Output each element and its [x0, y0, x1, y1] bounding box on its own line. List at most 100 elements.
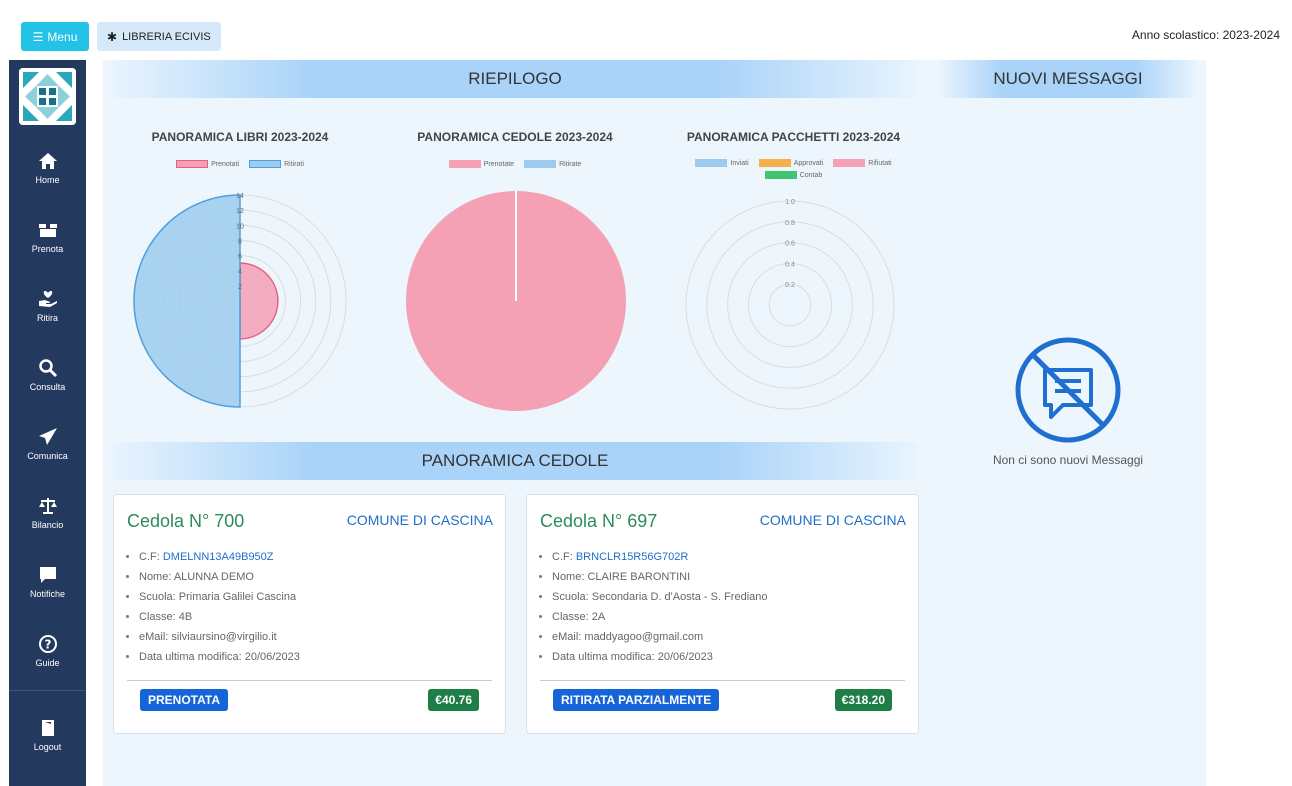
legend-swatch — [695, 159, 728, 167]
legend-label: Approvati — [793, 159, 824, 167]
question-icon: ? — [38, 635, 57, 653]
cedole-title: PANORAMICA CEDOLE — [421, 451, 609, 470]
tick-label: 0.6 — [785, 241, 795, 248]
tick-label: 12 — [236, 208, 244, 215]
sidebar-item-logout[interactable]: Logout — [9, 705, 86, 765]
chart-title-cedole: PANORAMICA CEDOLE 2023-2024 — [417, 130, 613, 144]
cedola-data: Data ultima modifica: 20/06/2023 — [139, 647, 300, 667]
sidebar-item-consulta[interactable]: Consulta — [9, 345, 86, 405]
legend-item[interactable]: Prenotati — [176, 160, 239, 168]
legend-item[interactable]: Contab — [764, 171, 823, 179]
polar-sector — [133, 194, 241, 408]
no-messages-icon — [1015, 337, 1121, 443]
legend-item[interactable]: Prenotate — [448, 160, 515, 168]
sidebar: Home Prenota Ritira Consulta Comunica Bi… — [9, 60, 86, 786]
library-button[interactable]: ✱ LIBRERIA ECIVIS — [97, 22, 221, 51]
sidebar-item-notifiche[interactable]: Notifiche — [9, 552, 86, 612]
cedola-footer: RITIRATA PARZIALMENTE €318.20 — [540, 680, 905, 718]
cedola-details: C.F: BRNCLR15R56G702R Nome: CLAIRE BARON… — [552, 547, 768, 667]
tick-label: 10 — [236, 223, 244, 230]
cedola-card[interactable]: Cedola N° 700 COMUNE DI CASCINA C.F: DME… — [113, 494, 506, 734]
chart-pacchetti: 1.0 0.8 0.6 0.4 0.2 — [685, 199, 895, 410]
legend-cedole: Prenotate Ritirate — [390, 160, 640, 168]
svg-text:?: ? — [44, 638, 51, 652]
legend-swatch — [524, 160, 557, 168]
sidebar-divider — [9, 690, 86, 691]
cedola-title: Cedola N° 700 — [127, 511, 245, 531]
legend-label: Contab — [799, 171, 823, 179]
cedola-cf: C.F: DMELNN13A49B950Z — [139, 547, 300, 567]
sidebar-item-guide[interactable]: ? Guide — [9, 621, 86, 681]
summary-title: RIEPILOGO — [468, 69, 562, 88]
tick-label: 0.4 — [785, 261, 795, 268]
chart-cedole — [406, 191, 626, 411]
sidebar-item-comunica[interactable]: Comunica — [9, 414, 86, 474]
legend-label: Prenotati — [211, 160, 240, 168]
tick-label: 6 — [238, 254, 242, 261]
legend-label: Inviati — [730, 159, 749, 167]
chart-libri: 14 12 10 8 6 4 2 — [133, 193, 347, 408]
tick-label: 0.8 — [785, 220, 795, 227]
grid-ring — [747, 262, 833, 348]
message-icon — [39, 567, 56, 583]
cedola-title: Cedola N° 697 — [540, 511, 658, 531]
legend-label: Ritirati — [284, 160, 304, 168]
cedola-details: C.F: DMELNN13A49B950Z Nome: ALUNNA DEMO … — [139, 547, 300, 667]
legend-label: Prenotate — [483, 160, 515, 168]
box-icon — [38, 224, 57, 237]
grid-ring — [768, 283, 812, 327]
amount-badge: €40.76 — [428, 689, 479, 711]
legend-swatch — [176, 160, 209, 168]
logo-icon — [19, 68, 76, 125]
sidebar-item-home[interactable]: Home — [9, 138, 86, 198]
polar-sector — [239, 262, 279, 340]
door-icon — [41, 720, 54, 736]
tick-label: 8 — [238, 238, 242, 245]
hamburger-icon: ☰ — [32, 29, 44, 44]
paper-plane-icon — [38, 428, 57, 445]
sidebar-item-ritira[interactable]: Ritira — [9, 276, 86, 336]
cedola-nome: Nome: CLAIRE BARONTINI — [552, 567, 768, 587]
chart-title-pacchetti: PANORAMICA PACCHETTI 2023-2024 — [686, 130, 901, 144]
legend-item[interactable]: Ritirati — [249, 160, 304, 168]
legend-label: Ritirate — [559, 160, 582, 168]
cedola-cf-value: BRNCLR15R56G702R — [575, 551, 689, 563]
no-messages-text: Non ci sono nuovi Messaggi — [992, 453, 1144, 467]
home-icon — [38, 153, 57, 169]
sidebar-item-bilancio[interactable]: Bilancio — [9, 483, 86, 543]
search-icon — [38, 359, 57, 378]
cedola-scuola: Scuola: Secondaria D. d'Aosta - S. Fredi… — [552, 587, 768, 607]
cedola-scuola: Scuola: Primaria Galilei Cascina — [139, 587, 300, 607]
legend-libri: Prenotati Ritirati — [120, 160, 360, 168]
library-label: LIBRERIA ECIVIS — [122, 30, 211, 43]
legend-item[interactable]: Approvati — [758, 159, 824, 167]
gear-icon: ✱ — [107, 29, 118, 44]
sidebar-item-prenota[interactable]: Prenota — [9, 207, 86, 267]
cedola-nome: Nome: ALUNNA DEMO — [139, 567, 300, 587]
cedola-cf-value: DMELNN13A49B950Z — [162, 551, 274, 563]
messages-banner: NUOVI MESSAGGI — [939, 60, 1197, 98]
summary-banner: RIEPILOGO — [111, 60, 919, 98]
legend-item[interactable]: Inviati — [695, 159, 749, 167]
top-bar: ☰ Menu ✱ LIBRERIA ECIVIS Anno scolastico… — [0, 0, 1292, 60]
app-logo[interactable] — [19, 68, 76, 125]
hand-icon — [38, 291, 57, 307]
menu-button[interactable]: ☰ Menu — [21, 22, 89, 51]
cedola-email: eMail: silviaursino@virgilio.it — [139, 627, 300, 647]
legend-swatch — [448, 160, 481, 168]
legend-item[interactable]: Rifiutati — [833, 159, 892, 167]
legend-item[interactable]: Ritirate — [524, 160, 581, 168]
legend-label: Rifiutati — [868, 159, 892, 167]
tick-label: 14 — [236, 193, 244, 200]
amount-badge: €318.20 — [834, 689, 892, 711]
status-badge: PRENOTATA — [140, 689, 228, 711]
cedola-footer: PRENOTATA €40.76 — [127, 680, 492, 718]
grid-ring — [685, 200, 895, 410]
main-content: RIEPILOGO NUOVI MESSAGGI PANORAMICA LIBR… — [103, 60, 1206, 786]
cedola-card[interactable]: Cedola N° 697 COMUNE DI CASCINA C.F: BRN… — [526, 494, 919, 734]
tick-label: 0.2 — [785, 282, 795, 289]
cedola-classe: Classe: 4B — [139, 607, 300, 627]
cedola-comune: COMUNE DI CASCINA — [759, 512, 906, 528]
legend-swatch — [764, 171, 797, 179]
cedola-cf: C.F: BRNCLR15R56G702R — [552, 547, 768, 567]
